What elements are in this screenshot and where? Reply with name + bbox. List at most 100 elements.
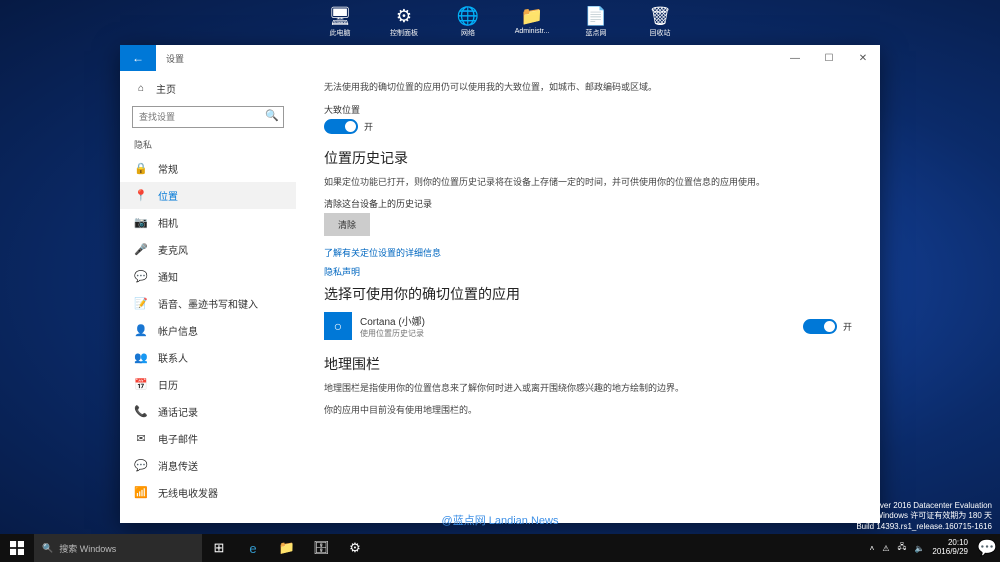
app-row-cortana: ○ Cortana (小娜) 使用位置历史记录 开: [324, 312, 852, 340]
sidebar-item-label: 麦克风: [158, 242, 188, 257]
control-panel-icon: ⚙: [390, 4, 418, 28]
search-icon: 🔍: [265, 109, 279, 122]
camera-icon: 📷: [134, 216, 148, 229]
sidebar-item-speech[interactable]: 📝语音、墨迹书写和键入: [120, 290, 296, 317]
home-label: 主页: [156, 81, 176, 96]
sidebar-item-label: 日历: [158, 377, 178, 392]
task-server-manager[interactable]: 🗄: [304, 540, 338, 556]
sidebar-item-label: 无线电收发器: [158, 485, 218, 500]
taskbar: 🔍 搜索 Windows ⊞ e 📁 🗄 ⚙ ˄ ⚠ 🖧 🔈 20:10 201…: [0, 534, 1000, 562]
sidebar-item-microphone[interactable]: 🎤 麦克风: [120, 236, 296, 263]
search-icon: 🔍: [42, 543, 53, 554]
geofence-heading: 地理围栏: [324, 354, 852, 374]
history-desc: 如果定位功能已打开，则你的位置历史记录将在设备上存储一定的时间，并可供使用你的位…: [324, 176, 852, 190]
desktop-icon-label: 控制面板: [390, 28, 418, 38]
messaging-icon: 💬: [134, 459, 148, 472]
approx-label: 大致位置: [324, 103, 852, 116]
maximize-button[interactable]: ☐: [812, 45, 846, 71]
sidebar-item-messaging[interactable]: 💬 消息传送: [120, 452, 296, 479]
desktop-icon-thispc[interactable]: 🖥此电脑: [317, 4, 363, 38]
start-button[interactable]: [0, 534, 34, 562]
desktop-icon-recycle[interactable]: 🗑回收站: [637, 4, 683, 38]
tray-network-icon[interactable]: 🖧: [898, 541, 907, 555]
geofence-none: 你的应用中目前没有使用地理围栏的。: [324, 404, 852, 418]
desktop-icon-label: 网络: [461, 28, 475, 38]
desktop-icon-label: 此电脑: [330, 28, 351, 38]
sidebar-item-email[interactable]: ✉电子邮件: [120, 425, 296, 452]
taskbar-clock[interactable]: 20:10 2016/9/29: [932, 539, 968, 557]
eval-line: Windows Server 2016 Datacenter Evaluatio…: [833, 501, 992, 511]
task-ie[interactable]: e: [236, 541, 270, 556]
sidebar-item-camera[interactable]: 📷相机: [120, 209, 296, 236]
home-link[interactable]: ⌂ 主页: [120, 77, 296, 100]
sidebar-item-label: 通话记录: [158, 404, 198, 419]
minimize-button[interactable]: —: [778, 45, 812, 71]
titlebar: ← 设置 — ☐ ✕: [120, 45, 880, 71]
action-center-button[interactable]: 💬: [974, 534, 1000, 562]
clear-label: 清除这台设备上的历史记录: [324, 197, 852, 210]
calendar-icon: 📅: [134, 378, 148, 391]
sidebar-item-label: 通知: [158, 269, 178, 284]
app-sub: 使用位置历史记录: [360, 328, 795, 339]
cortana-toggle[interactable]: [803, 319, 837, 334]
taskbar-search-placeholder: 搜索 Windows: [59, 542, 116, 555]
desktop-icon-label: 回收站: [650, 28, 671, 38]
taskbar-search[interactable]: 🔍 搜索 Windows: [34, 534, 202, 562]
sidebar-item-label: 常规: [158, 161, 178, 176]
recycle-bin-icon: 🗑: [646, 4, 674, 28]
desktop-icon-label: Administr...: [515, 28, 550, 35]
close-button[interactable]: ✕: [846, 45, 880, 71]
sidebar-item-label: 语音、墨迹书写和键入: [158, 296, 258, 311]
sidebar-item-general[interactable]: 🔒 常规: [120, 155, 296, 182]
tray-warning-icon[interactable]: ⚠: [882, 544, 889, 553]
sidebar-item-account[interactable]: 👤帐户信息: [120, 317, 296, 344]
back-button[interactable]: ←: [120, 45, 156, 71]
sidebar-item-label: 联系人: [158, 350, 188, 365]
lock-icon: 🔒: [134, 162, 148, 175]
task-buttons: ⊞ e 📁 🗄 ⚙: [202, 534, 372, 562]
search-box[interactable]: 🔍: [132, 106, 284, 128]
search-input[interactable]: [133, 107, 283, 127]
history-heading: 位置历史记录: [324, 148, 852, 168]
learn-more-link[interactable]: 了解有关定位设置的详细信息: [324, 246, 852, 259]
task-view-button[interactable]: ⊞: [202, 540, 236, 556]
sidebar-item-contacts[interactable]: 👥联系人: [120, 344, 296, 371]
sidebar-item-callhistory[interactable]: 📞 通话记录: [120, 398, 296, 425]
desktop-icon-controlpanel[interactable]: ⚙控制面板: [381, 4, 427, 38]
sidebar-item-label: 帐户信息: [158, 323, 198, 338]
window-title: 设置: [156, 45, 194, 71]
evaluation-watermark: Windows Server 2016 Datacenter Evaluatio…: [833, 501, 992, 532]
home-icon: ⌂: [134, 83, 148, 94]
desktop-icon-network[interactable]: 🌐网络: [445, 4, 491, 38]
sidebar-item-location[interactable]: 📍位置: [120, 182, 296, 209]
call-icon: 📞: [134, 405, 148, 418]
pc-icon: 🖥: [326, 4, 354, 28]
apps-heading: 选择可使用你的确切位置的应用: [324, 284, 852, 304]
tray-up-icon[interactable]: ˄: [870, 544, 875, 553]
intro-text: 无法使用我的确切位置的应用仍可以使用我的大致位置，如城市、邮政编码或区域。: [324, 81, 852, 95]
cortana-icon: ○: [324, 312, 352, 340]
desktop-icon-admin[interactable]: 📁Administr...: [509, 4, 555, 38]
folder-icon: 📁: [518, 4, 546, 28]
settings-window: ← 设置 — ☐ ✕ ⌂主页 🔍 隐私 🔒常规 📍位置 📷相机 🎤麦克风 💬通知…: [120, 45, 880, 523]
approx-toggle[interactable]: [324, 119, 358, 134]
task-settings[interactable]: ⚙: [338, 540, 372, 556]
task-explorer[interactable]: 📁: [270, 540, 304, 556]
sidebar-item-notifications[interactable]: 💬通知: [120, 263, 296, 290]
geofence-desc: 地理围栏是指使用你的位置信息来了解你何时进入或离开围绕你感兴趣的地方绘制的边界。: [324, 382, 852, 396]
sidebar-item-label: 电子邮件: [158, 431, 198, 446]
microphone-icon: 🎤: [134, 243, 148, 256]
desktop-icon-landian[interactable]: 📄蓝点网: [573, 4, 619, 38]
location-icon: 📍: [134, 189, 148, 202]
network-icon: 🌐: [454, 4, 482, 28]
tray-volume-icon[interactable]: 🔈: [914, 544, 924, 553]
sidebar-item-calendar[interactable]: 📅 日历: [120, 371, 296, 398]
desktop-icons: 🖥此电脑 ⚙控制面板 🌐网络 📁Administr... 📄蓝点网 🗑回收站: [317, 4, 683, 38]
eval-line: Build 14393.rs1_release.160715-1616: [833, 522, 992, 532]
sidebar-item-label: 消息传送: [158, 458, 198, 473]
app-name: Cortana (小娜): [360, 313, 795, 328]
privacy-statement-link[interactable]: 隐私声明: [324, 265, 852, 278]
content-pane[interactable]: 无法使用我的确切位置的应用仍可以使用我的大致位置，如城市、邮政编码或区域。 大致…: [296, 71, 880, 523]
clear-button[interactable]: 清除: [324, 213, 370, 236]
sidebar-item-radios[interactable]: 📶无线电收发器: [120, 479, 296, 506]
